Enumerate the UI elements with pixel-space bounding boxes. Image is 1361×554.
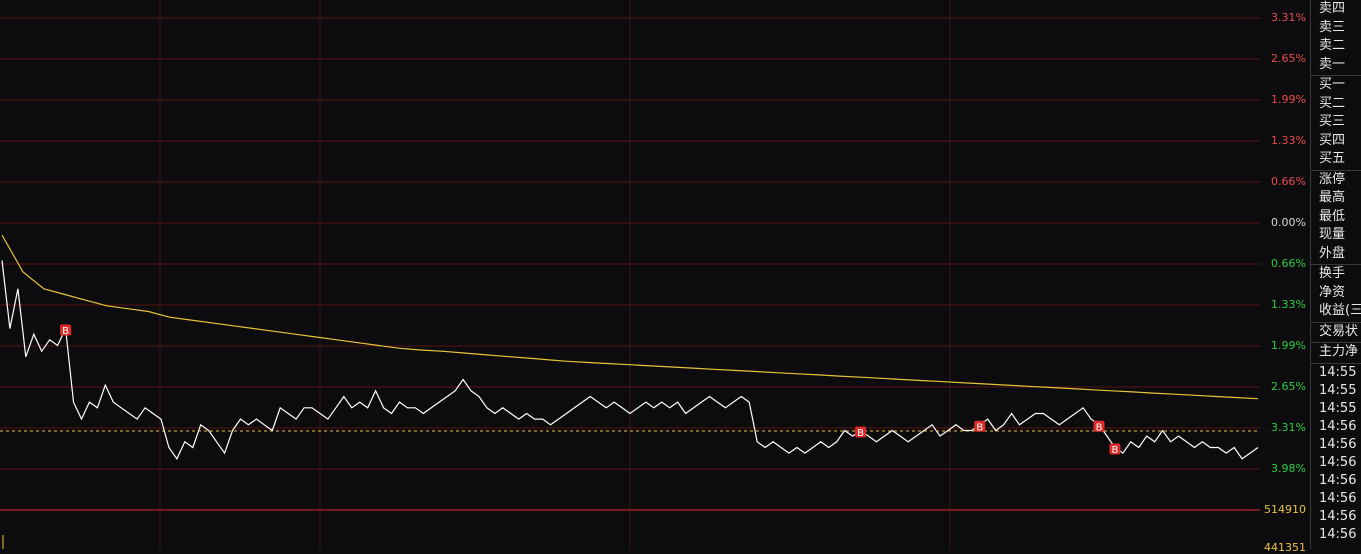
side-item-label: 最低 — [1319, 208, 1346, 224]
trade-time: 14:56 — [1319, 508, 1357, 524]
side-item-label: 买四 — [1319, 132, 1346, 148]
percent-tick-label: 1.99% — [1271, 339, 1306, 352]
side-group: 买一买二买三买四买五 — [1311, 76, 1361, 171]
trade-time: 14:56 — [1319, 490, 1357, 506]
percent-tick-label: 1.33% — [1271, 298, 1306, 311]
side-item-label: 交易状 — [1319, 323, 1359, 339]
side-item-label: 卖三 — [1319, 19, 1346, 35]
buy-marker-label: B — [857, 428, 864, 439]
side-item-label: 买二 — [1319, 95, 1346, 111]
trade-time: 14:55 — [1319, 364, 1357, 380]
side-group: 交易状 — [1311, 323, 1361, 343]
percent-tick-label: 1.33% — [1271, 134, 1306, 147]
percent-axis: 3.31% 2.65% 1.99% 1.33% 0.66% 0.00% 0.66% 1.33%… — [1260, 0, 1310, 554]
side-item-label: 卖二 — [1319, 38, 1346, 53]
percent-tick-label: 0.66% — [1271, 257, 1306, 270]
percent-tick-label: 1.99% — [1271, 93, 1306, 106]
trade-time: 14:56 — [1319, 454, 1357, 470]
side-item-label: 主力净 — [1319, 344, 1359, 359]
side-group: 涨停最高最低现量外盘 — [1311, 171, 1361, 265]
side-item-label: 换手 — [1319, 266, 1346, 281]
percent-tick-label: 2.65% — [1271, 52, 1306, 65]
buy-marker-label: B — [62, 326, 69, 337]
trade-time: 14:55 — [1319, 400, 1357, 416]
chart-svg: B B B B B — [0, 0, 1260, 549]
side-group: 主力净 — [1311, 343, 1361, 364]
percent-tick-label: 0.66% — [1271, 175, 1306, 188]
side-item-label: 净资 — [1319, 284, 1346, 300]
trade-time: 14:56 — [1319, 418, 1357, 434]
volume-tick-label: 441351 — [1264, 541, 1306, 554]
side-item-label: 买一 — [1319, 77, 1346, 92]
buy-marker-label: B — [976, 422, 983, 433]
side-item-label: 外盘 — [1319, 245, 1346, 261]
percent-tick-label: 0.00% — [1271, 216, 1306, 229]
trade-time: 14:56 — [1319, 436, 1357, 452]
trade-time: 14:56 — [1319, 526, 1357, 542]
trade-time: 14:55 — [1319, 382, 1357, 398]
side-group: 卖四 卖三 卖二 卖一 — [1311, 0, 1361, 76]
volume-tick-label: 514910 — [1264, 503, 1306, 516]
side-item-label: 现量 — [1319, 227, 1346, 242]
quote-side-panel: 卖四卖三卖二卖一买一买二买三买四买五涨停最高最低现量外盘换手净资收益(三交易状主… — [1310, 0, 1361, 549]
side-group: 换手净资收益(三 — [1311, 265, 1361, 323]
side-item-label: 涨停 — [1319, 171, 1346, 187]
percent-tick-label: 3.31% — [1271, 421, 1306, 434]
percent-tick-label: 2.65% — [1271, 380, 1306, 393]
side-item-label: 买五 — [1319, 151, 1346, 166]
trade-time: 14:56 — [1319, 472, 1357, 488]
buy-marker-label: B — [1111, 445, 1118, 456]
side-item-label: 卖四 — [1319, 1, 1346, 16]
percent-tick-label: 3.98% — [1271, 462, 1306, 475]
buy-marker-label: B — [1096, 422, 1103, 433]
side-item-label: 收益(三 — [1319, 303, 1361, 318]
side-item-label: 买三 — [1319, 114, 1346, 129]
side-item-label: 最高 — [1319, 190, 1346, 205]
percent-tick-label: 3.31% — [1271, 11, 1306, 24]
side-item-label: 卖一 — [1319, 56, 1346, 72]
intraday-chart: B B B B B — [0, 0, 1260, 549]
